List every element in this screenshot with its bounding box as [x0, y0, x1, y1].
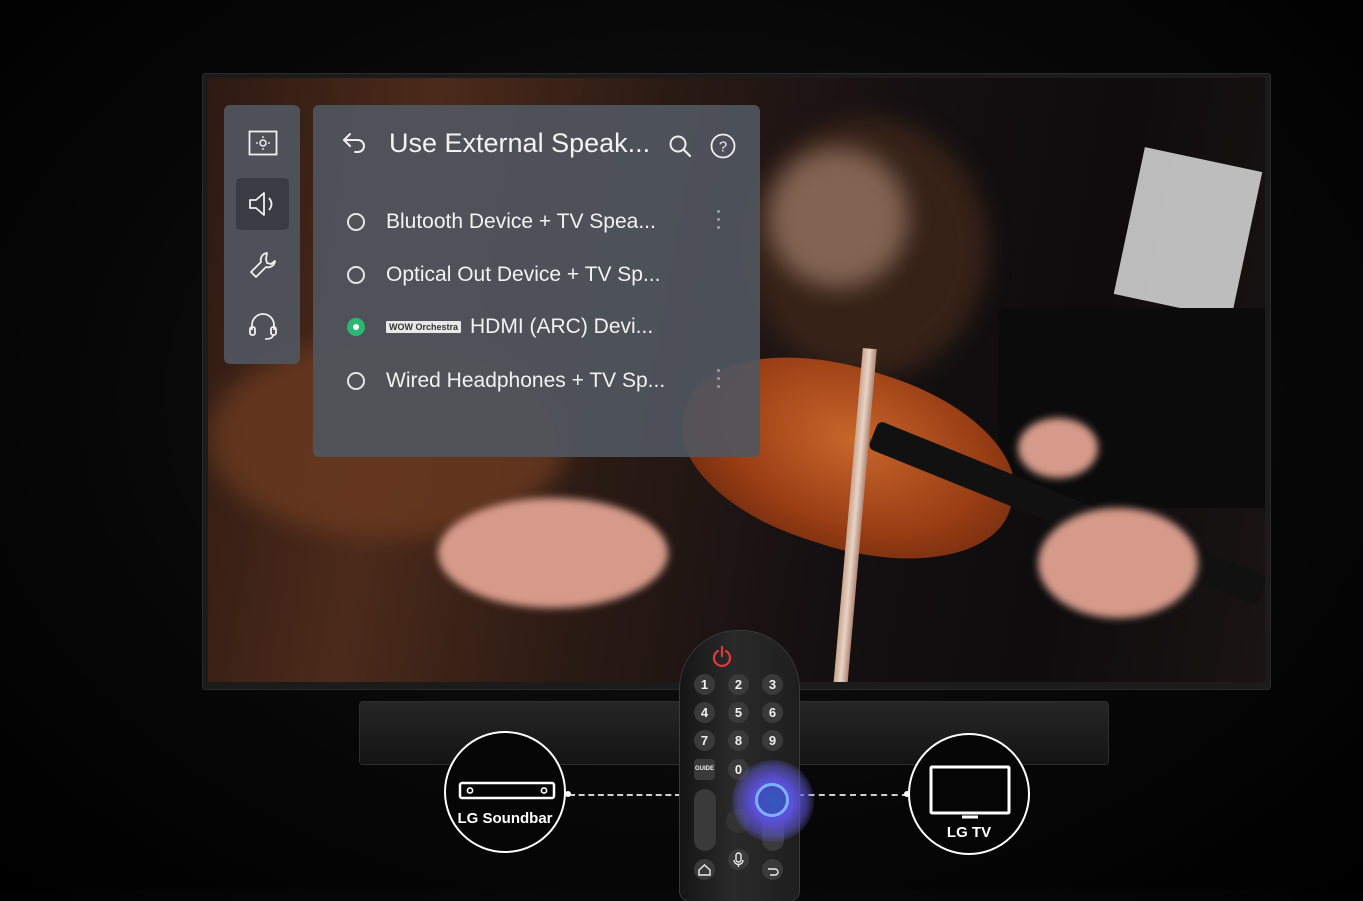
more-options-icon[interactable]: [717, 210, 721, 234]
key-5[interactable]: 5: [728, 702, 749, 723]
help-icon[interactable]: ?: [709, 132, 737, 160]
key-6[interactable]: 6: [762, 702, 783, 723]
microphone-icon: [733, 852, 744, 867]
sound-settings-item[interactable]: [236, 178, 289, 230]
radio-button[interactable]: [347, 266, 365, 284]
power-icon[interactable]: [712, 645, 732, 667]
radio-button[interactable]: [347, 372, 365, 390]
sound-icon: [248, 192, 272, 216]
picture-settings-item[interactable]: [236, 117, 289, 169]
back-button[interactable]: [762, 859, 783, 880]
volume-rocker[interactable]: [694, 789, 716, 851]
support-settings-item[interactable]: [236, 300, 289, 352]
sheet-music: [1113, 147, 1263, 319]
headset-icon: [248, 313, 277, 340]
back-icon[interactable]: [341, 131, 369, 155]
option-label: Blutooth Device + TV Spea...: [386, 210, 656, 233]
speaker-option-wired-headphones[interactable]: Wired Headphones + TV Sp...: [347, 361, 747, 401]
key-9[interactable]: 9: [762, 730, 783, 751]
option-label: HDMI (ARC) Devi...: [470, 315, 654, 338]
option-label: Wired Headphones + TV Sp...: [386, 369, 666, 392]
radio-button-selected[interactable]: [347, 318, 365, 336]
svg-text:?: ?: [719, 139, 727, 156]
piano: [998, 308, 1265, 508]
lg-tv-badge: LG TV: [908, 733, 1030, 855]
wow-orchestra-badge: WOW Orchestra: [386, 321, 462, 333]
tv-icon: [929, 765, 1011, 819]
speaker-option-optical[interactable]: Optical Out Device + TV Sp...: [347, 255, 747, 295]
wrench-icon: [249, 252, 276, 278]
general-settings-item[interactable]: [236, 239, 289, 291]
soundbar-icon: [458, 781, 556, 800]
panel-title: Use External Speak...: [389, 128, 651, 158]
home-icon: [698, 864, 711, 876]
key-4[interactable]: 4: [694, 702, 715, 723]
lg-soundbar-badge: LG Soundbar: [444, 731, 566, 853]
home-button[interactable]: [694, 859, 715, 880]
speaker-option-bluetooth[interactable]: Blutooth Device + TV Spea...: [347, 202, 747, 242]
key-8[interactable]: 8: [728, 730, 749, 751]
key-7[interactable]: 7: [694, 730, 715, 751]
tv-label: LG TV: [946, 824, 992, 841]
key-3[interactable]: 3: [762, 674, 783, 695]
guide-button[interactable]: GUIDE: [694, 759, 715, 780]
speaker-option-hdmi-arc[interactable]: WOW Orchestra HDMI (ARC) Devi...: [347, 307, 747, 347]
back-icon: [768, 868, 779, 876]
settings-sidebar: [224, 105, 300, 364]
search-icon[interactable]: [668, 134, 694, 160]
scroll-wheel-button[interactable]: [755, 783, 789, 817]
external-speaker-panel: Use External Speak... ? Blutooth Device …: [313, 105, 760, 457]
key-2[interactable]: 2: [728, 674, 749, 695]
mic-button[interactable]: [728, 849, 749, 870]
more-options-icon[interactable]: [717, 369, 721, 393]
key-1[interactable]: 1: [694, 674, 715, 695]
option-label: Optical Out Device + TV Sp...: [386, 263, 661, 286]
soundbar-label: LG Soundbar: [457, 810, 553, 827]
radio-button[interactable]: [347, 213, 365, 231]
picture-icon: [248, 130, 277, 156]
